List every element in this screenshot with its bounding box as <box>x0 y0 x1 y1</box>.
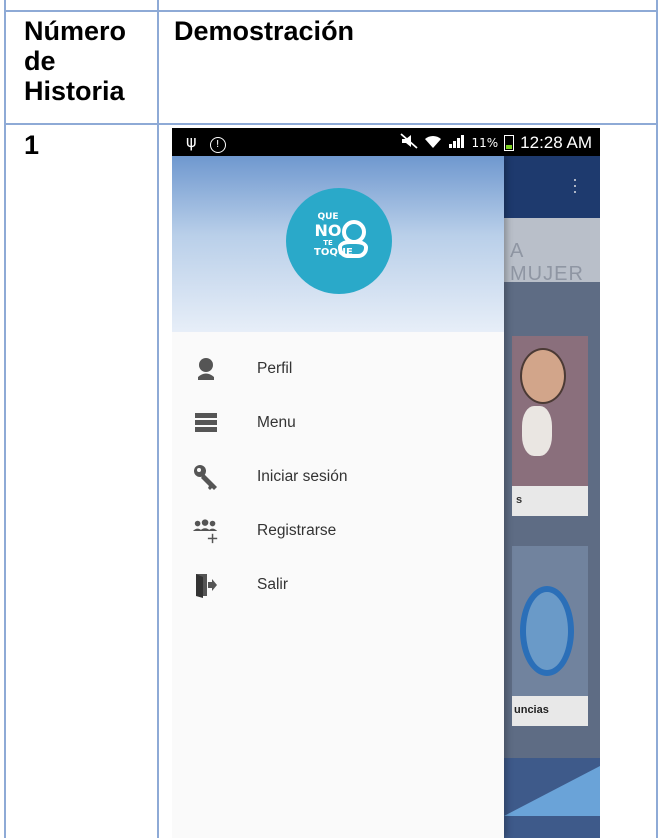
menu-item-registrarse[interactable]: Registrarse <box>172 504 504 558</box>
tab-label: A MUJER <box>510 240 584 285</box>
phone-screenshot: · · · A MUJER s uncias ψ ! 11% 12:28 AM … <box>172 128 600 838</box>
navigation-drawer: QUE NO TE TOQUE Perfil Menu Iniciar sesi… <box>172 156 504 838</box>
battery-percent: 11% <box>471 136 499 150</box>
card-2-illustration <box>512 546 588 696</box>
battery-icon <box>504 135 515 151</box>
bottom-banner <box>504 758 600 838</box>
content-card-1[interactable]: s <box>512 336 588 516</box>
hand-illustration <box>522 406 552 456</box>
profile-icon <box>192 355 220 383</box>
usb-icon: ψ <box>186 132 197 151</box>
menu-item-menu[interactable]: Menu <box>172 396 504 450</box>
menu-item-perfil[interactable]: Perfil <box>172 342 504 396</box>
menu-list-icon <box>192 409 220 437</box>
status-right-icons: 11% 12:28 AM <box>399 133 592 153</box>
menu-label-perfil: Perfil <box>257 360 293 377</box>
face-illustration <box>520 348 566 404</box>
header-numero-de-historia: Número de Historia <box>24 16 127 106</box>
status-time: 12:28 AM <box>520 133 592 152</box>
mute-icon <box>399 133 418 153</box>
table-left-border <box>4 0 6 838</box>
card-1-illustration <box>512 336 588 486</box>
app-toolbar: · · · <box>504 156 600 218</box>
menu-label-salir: Salir <box>257 576 289 593</box>
card-1-caption: s <box>512 486 588 516</box>
key-icon <box>192 463 220 491</box>
table-right-border <box>656 0 658 838</box>
app-logo: QUE NO TE TOQUE <box>286 188 392 294</box>
table-row-divider <box>4 123 658 125</box>
overflow-menu-icon[interactable]: · · · <box>572 170 578 200</box>
menu-label-menu: Menu <box>257 414 296 431</box>
menu-label-registrarse: Registrarse <box>257 522 337 539</box>
table-top-border <box>4 10 658 12</box>
add-user-icon <box>192 517 220 545</box>
menu-item-iniciar-sesion[interactable]: Iniciar sesión <box>172 450 504 504</box>
menu-item-salir[interactable]: Salir <box>172 558 504 612</box>
exit-icon <box>192 571 220 599</box>
wifi-icon <box>424 133 442 153</box>
drawer-header: QUE NO TE TOQUE <box>172 156 504 332</box>
logo-figure-body <box>338 240 368 258</box>
signal-icon <box>448 133 466 153</box>
status-bar: ψ ! 11% 12:28 AM <box>172 128 600 156</box>
ring-illustration <box>520 586 574 676</box>
header-demostracion: Demostración <box>174 16 355 46</box>
menu-label-iniciar-sesion: Iniciar sesión <box>257 468 348 485</box>
status-left-icons: ψ ! <box>186 132 226 153</box>
card-2-caption: uncias <box>512 696 588 726</box>
row-number: 1 <box>24 130 40 160</box>
table-column-divider <box>157 0 159 838</box>
content-card-2[interactable]: uncias <box>512 546 588 726</box>
alert-icon: ! <box>209 137 226 153</box>
app-tab-strip[interactable]: A MUJER <box>504 218 600 285</box>
